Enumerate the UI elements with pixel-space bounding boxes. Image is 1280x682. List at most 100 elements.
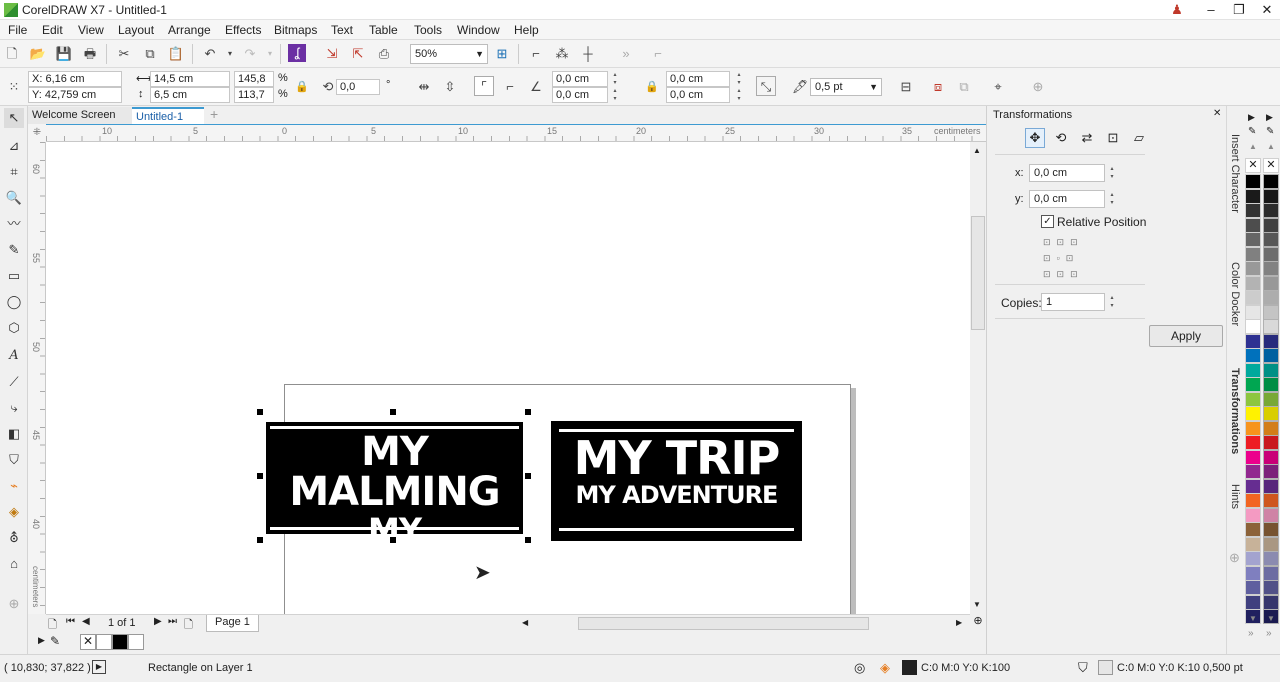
scroll-right-icon[interactable]: ▶ — [956, 618, 962, 627]
spinner-icon[interactable]: ▴ ▾ — [734, 71, 744, 87]
vertical-ruler[interactable]: 60 55 50 45 40 centimeters — [28, 142, 46, 614]
save-icon[interactable]: 💾 — [54, 44, 74, 64]
to-back-icon[interactable]: ⧉ — [954, 77, 974, 97]
palette-swatch[interactable] — [1245, 232, 1261, 247]
mirror-horizontal-icon[interactable]: ⇹ — [414, 77, 434, 97]
outline-tool-icon[interactable]: ⌂ — [4, 554, 24, 574]
launch-icon[interactable]: ⌐ — [648, 44, 668, 64]
trip-logo-artwork[interactable]: MY TRIP MY ADVENTURE — [551, 421, 802, 541]
scroll-down-icon[interactable]: ▼ — [973, 600, 981, 609]
palette-swatch[interactable] — [1245, 493, 1261, 508]
palette-swatch[interactable] — [1245, 507, 1261, 523]
corner-bottom-left-field[interactable]: 0,0 cm — [552, 87, 608, 103]
tab-welcome-screen[interactable]: Welcome Screen — [28, 107, 132, 124]
palette-menu-icon[interactable]: ▶ — [38, 635, 45, 646]
mirror-vertical-icon[interactable]: ⇳ — [440, 77, 460, 97]
palette-swatch[interactable] — [1263, 420, 1279, 436]
copy-icon[interactable]: ⧉ — [140, 44, 160, 64]
menu-file[interactable]: File — [8, 23, 27, 37]
palette-swatch[interactable] — [1263, 594, 1279, 610]
scroll-up-icon[interactable]: ▲ — [973, 146, 981, 155]
palette-swatch[interactable] — [1263, 536, 1279, 552]
close-button[interactable]: ✕ — [1254, 0, 1280, 20]
selection-handle[interactable] — [525, 409, 531, 415]
parallel-dimension-tool-icon[interactable]: ⟋ — [4, 372, 24, 392]
horizontal-scrollbar[interactable]: ◀ ▶ — [516, 614, 970, 632]
tab-insert-character[interactable]: Insert Character — [1229, 134, 1241, 213]
zoom-tool-icon[interactable]: 🔍 — [4, 188, 24, 208]
export-icon[interactable]: ⇱ — [348, 44, 368, 64]
smart-fill-tool-icon[interactable]: ⛢ — [4, 528, 24, 548]
scroll-thumb[interactable] — [971, 216, 985, 330]
x-position-field[interactable]: X: 6,16 cm — [28, 71, 122, 87]
scale-height-field[interactable]: 113,7 — [234, 87, 274, 103]
toolbar-overflow-icon[interactable]: » — [616, 44, 636, 64]
palette-scroll-down-icon[interactable]: ▼ — [1249, 614, 1257, 623]
selection-handle[interactable] — [257, 473, 263, 479]
outline-width-select[interactable]: 0,5 pt ▼ — [810, 78, 882, 96]
palette-swatch[interactable] — [1245, 275, 1261, 291]
no-color-swatch[interactable]: ✕ — [1245, 158, 1261, 173]
menu-effects[interactable]: Effects — [225, 23, 261, 37]
eyedropper-icon[interactable]: ✎ — [1266, 126, 1274, 137]
ellipse-tool-icon[interactable]: ◯ — [4, 292, 24, 312]
undo-icon[interactable]: ↶ — [200, 44, 220, 64]
spinner-icon[interactable]: ▴ ▾ — [610, 71, 620, 87]
menu-tools[interactable]: Tools — [414, 23, 442, 37]
palette-swatch[interactable] — [1263, 464, 1279, 479]
transparency-tool-icon[interactable]: ⛉ — [4, 450, 24, 470]
palette-swatch[interactable] — [1263, 391, 1279, 407]
palette-swatch[interactable] — [1263, 449, 1279, 465]
white-swatch[interactable] — [128, 634, 144, 650]
rectangle-tool-icon[interactable]: ▭ — [4, 266, 24, 286]
show-rulers-icon[interactable]: ⌐ — [526, 44, 546, 64]
palette-swatch[interactable] — [1245, 333, 1261, 349]
corner-bottom-right-field[interactable]: 0,0 cm — [666, 87, 730, 103]
first-page-icon[interactable]: ⏮ — [66, 616, 75, 627]
full-screen-preview-icon[interactable]: ⊞ — [492, 44, 512, 64]
palette-expand-icon[interactable]: » — [1248, 628, 1254, 639]
selection-handle[interactable] — [390, 537, 396, 543]
menu-arrange[interactable]: Arrange — [168, 23, 211, 37]
palette-swatch[interactable] — [1245, 478, 1261, 494]
palette-swatch[interactable] — [1245, 580, 1261, 595]
add-docker-icon[interactable]: ⊕ — [1229, 550, 1240, 566]
palette-swatch[interactable] — [1263, 377, 1279, 392]
palette-swatch[interactable] — [1263, 551, 1279, 566]
eyedropper-icon[interactable]: ✎ — [1248, 126, 1256, 137]
y-position-input[interactable]: 0,0 cm — [1029, 190, 1105, 208]
add-tool-icon[interactable]: ⊕ — [4, 594, 24, 614]
new-tab-icon[interactable]: + — [206, 107, 222, 124]
palette-swatch[interactable] — [1245, 188, 1261, 204]
shape-tool-icon[interactable]: ⊿ — [4, 136, 24, 156]
palette-swatch[interactable] — [1263, 522, 1279, 537]
restore-button[interactable]: ❐ — [1226, 0, 1252, 20]
palette-swatch[interactable] — [1245, 217, 1261, 233]
wrap-text-icon[interactable]: ⊟ — [896, 77, 916, 97]
palette-swatch[interactable] — [1245, 536, 1261, 552]
relative-position-checkbox[interactable]: ✓ — [1041, 215, 1054, 228]
palette-swatch[interactable] — [1245, 174, 1261, 189]
chamfered-corner-icon[interactable]: ∠ — [526, 77, 546, 97]
anchor-grid[interactable]: ⊡⊡⊡ ⊡▫⊡ ⊡⊡⊡ — [1043, 234, 1087, 279]
width-field[interactable]: 14,5 cm — [150, 71, 230, 87]
palette-swatch[interactable] — [1263, 493, 1279, 508]
palette-swatch[interactable] — [1263, 348, 1279, 363]
palette-swatch[interactable] — [1245, 449, 1261, 465]
palette-swatch[interactable] — [1263, 565, 1279, 581]
malming-logo-artwork[interactable]: MY MALMING MY ADVENTURE — [266, 422, 523, 578]
y-position-field[interactable]: Y: 42,759 cm — [28, 87, 122, 103]
convert-to-curves-icon[interactable]: ⌖ — [988, 77, 1008, 97]
selection-handle[interactable] — [257, 537, 263, 543]
tab-color-docker[interactable]: Color Docker — [1229, 262, 1241, 326]
search-content-icon[interactable]: ʆ — [288, 44, 306, 62]
text-tool-icon[interactable]: A — [4, 346, 24, 366]
palette-swatch[interactable] — [1245, 406, 1261, 421]
minimize-button[interactable]: – — [1198, 0, 1224, 20]
palette-scroll-up-icon[interactable]: ▲ — [1267, 142, 1275, 151]
horizontal-ruler[interactable]: 10 5 0 5 10 15 20 25 30 35 centimeters — [46, 124, 986, 142]
palette-swatch[interactable] — [1245, 319, 1261, 334]
artistic-media-tool-icon[interactable]: ✎ — [4, 240, 24, 260]
palette-swatch[interactable] — [1263, 174, 1279, 189]
no-color-swatch[interactable]: ✕ — [80, 634, 96, 650]
